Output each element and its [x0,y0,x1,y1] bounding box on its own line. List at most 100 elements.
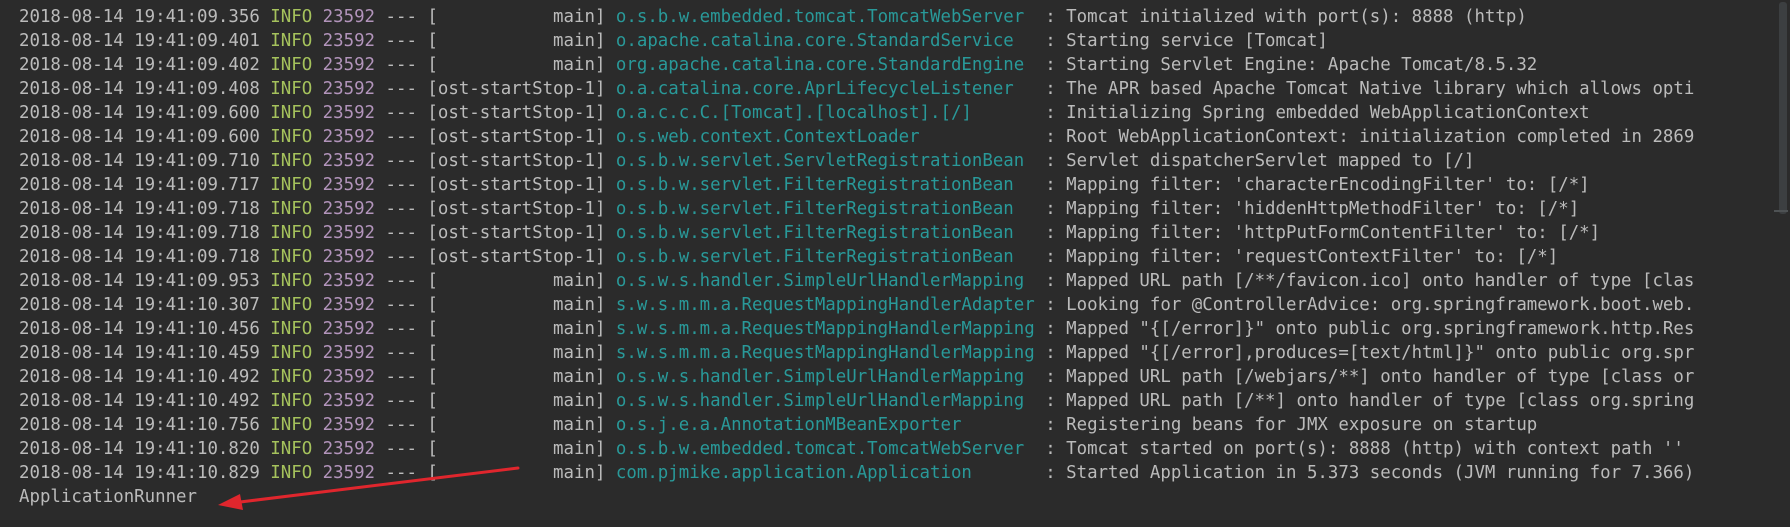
log-logger[interactable]: o.apache.catalina.core.StandardService [616,31,1035,51]
log-timestamp: 2018-08-14 19:41:10.492 [19,391,260,411]
log-message: : Started Application in 5.373 seconds (… [1034,463,1695,483]
log-line: 2018-08-14 19:41:09.718 INFO 23592 --- [… [19,221,1779,245]
log-level: INFO [270,415,313,435]
log-message: : Starting service [Tomcat] [1034,31,1328,51]
log-pid: 23592 [322,7,376,27]
log-line: 2018-08-14 19:41:09.710 INFO 23592 --- [… [19,149,1779,173]
log-logger[interactable]: o.s.w.s.handler.SimpleUrlHandlerMapping [616,391,1035,411]
log-message: : Mapping filter: 'requestContextFilter'… [1034,247,1559,267]
log-timestamp: 2018-08-14 19:41:10.829 [19,463,260,483]
log-logger[interactable]: s.w.s.m.m.a.RequestMappingHandlerAdapter [616,295,1035,315]
log-line: 2018-08-14 19:41:10.829 INFO 23592 --- [… [19,461,1779,485]
log-thread: [ost-startStop-1] [427,199,606,219]
log-logger[interactable]: o.s.web.context.ContextLoader [616,127,1035,147]
vertical-scrollbar[interactable] [1772,0,1790,527]
log-thread: [ost-startStop-1] [427,79,606,99]
log-level: INFO [270,463,313,483]
run-console[interactable]: 2018-08-14 19:41:09.356 INFO 23592 --- [… [0,0,1790,527]
log-timestamp: 2018-08-14 19:41:09.402 [19,55,260,75]
log-line: 2018-08-14 19:41:09.408 INFO 23592 --- [… [19,77,1779,101]
log-message: : Mapping filter: 'characterEncodingFilt… [1034,175,1590,195]
log-level: INFO [270,223,313,243]
log-logger[interactable]: o.s.b.w.embedded.tomcat.TomcatWebServer [616,439,1035,459]
log-pid: 23592 [322,415,376,435]
log-logger[interactable]: o.s.b.w.servlet.ServletRegistrationBean [616,151,1035,171]
log-separator: --- [385,271,417,291]
log-message: : Mapping filter: 'hiddenHttpMethodFilte… [1034,199,1580,219]
log-logger[interactable]: o.s.b.w.servlet.FilterRegistrationBean [616,199,1035,219]
scrollbar-thumb[interactable] [1779,2,1787,214]
log-pid: 23592 [322,463,376,483]
log-line: 2018-08-14 19:41:09.600 INFO 23592 --- [… [19,125,1779,149]
log-level: INFO [270,199,313,219]
log-thread: [ main] [427,415,606,435]
log-logger[interactable]: o.s.b.w.servlet.FilterRegistrationBean [616,247,1035,267]
log-logger[interactable]: com.pjmike.application.Application [616,463,1035,483]
log-logger[interactable]: o.s.w.s.handler.SimpleUrlHandlerMapping [616,367,1035,387]
log-separator: --- [385,79,417,99]
log-line: 2018-08-14 19:41:09.717 INFO 23592 --- [… [19,173,1779,197]
log-separator: --- [385,367,417,387]
log-logger[interactable]: o.a.catalina.core.AprLifecycleListener [616,79,1035,99]
log-timestamp: 2018-08-14 19:41:10.456 [19,319,260,339]
log-line: 2018-08-14 19:41:10.820 INFO 23592 --- [… [19,437,1779,461]
log-logger[interactable]: s.w.s.m.m.a.RequestMappingHandlerMapping [616,319,1035,339]
console-log-output[interactable]: 2018-08-14 19:41:09.356 INFO 23592 --- [… [19,5,1779,509]
log-pid: 23592 [322,343,376,363]
log-timestamp: 2018-08-14 19:41:09.718 [19,223,260,243]
log-logger[interactable]: o.s.b.w.servlet.FilterRegistrationBean [616,223,1035,243]
log-thread: [ main] [427,463,606,483]
log-thread: [ main] [427,391,606,411]
log-logger[interactable]: o.a.c.c.C.[Tomcat].[localhost].[/] [616,103,1035,123]
log-logger[interactable]: o.s.b.w.embedded.tomcat.TomcatWebServer [616,7,1035,27]
log-thread: [ main] [427,55,606,75]
log-logger[interactable]: o.s.w.s.handler.SimpleUrlHandlerMapping [616,271,1035,291]
log-logger[interactable]: o.s.j.e.a.AnnotationMBeanExporter [616,415,1035,435]
log-timestamp: 2018-08-14 19:41:09.710 [19,151,260,171]
log-timestamp: 2018-08-14 19:41:09.408 [19,79,260,99]
log-pid: 23592 [322,199,376,219]
log-separator: --- [385,55,417,75]
log-pid: 23592 [322,223,376,243]
log-pid: 23592 [322,367,376,387]
log-line: 2018-08-14 19:41:09.953 INFO 23592 --- [… [19,269,1779,293]
log-level: INFO [270,439,313,459]
log-message: : Mapped URL path [/**] onto handler of … [1034,391,1695,411]
log-thread: [ost-startStop-1] [427,103,606,123]
log-message: : Mapped URL path [/webjars/**] onto han… [1034,367,1695,387]
log-logger[interactable]: org.apache.catalina.core.StandardEngine [616,55,1035,75]
log-logger[interactable]: o.s.b.w.servlet.FilterRegistrationBean [616,175,1035,195]
log-logger[interactable]: s.w.s.m.m.a.RequestMappingHandlerMapping [616,343,1035,363]
log-level: INFO [270,367,313,387]
